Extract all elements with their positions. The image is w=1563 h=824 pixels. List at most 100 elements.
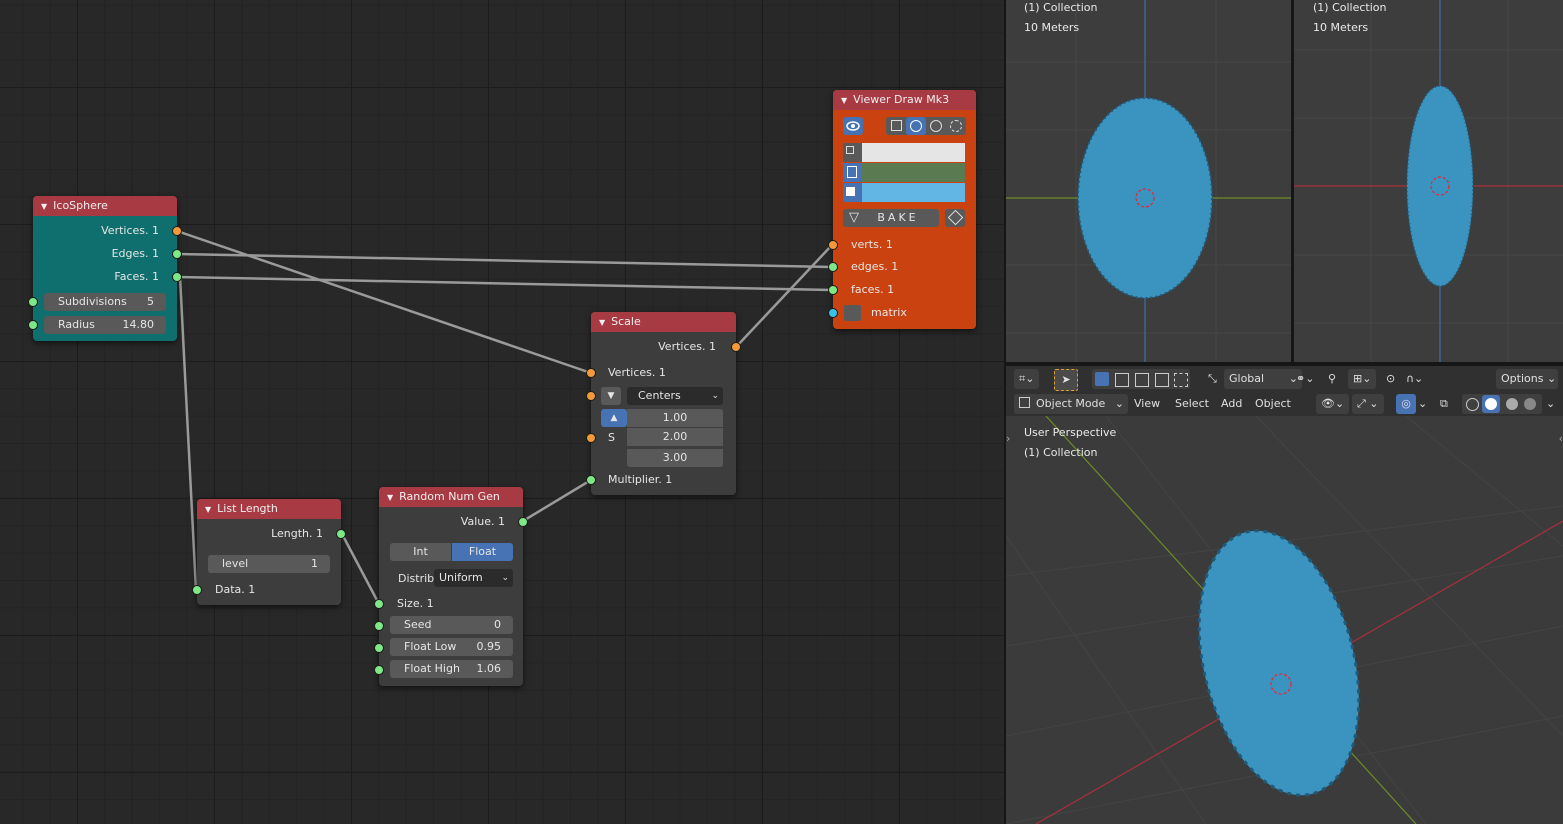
select-invert-icon[interactable] [1155,373,1169,387]
sidebar-expand-icon[interactable]: ‹ [1559,432,1563,445]
radius-field[interactable]: Radius 14.80 [44,316,166,334]
viewport-perspective[interactable]: User Perspective (1) Collection › ‹ [1006,416,1563,824]
viewer-draw-node[interactable]: ▼ Viewer Draw Mk3 ▽ BAKE verts. 1 edges. … [828,90,976,329]
select-new-icon[interactable] [1095,372,1109,386]
mode-int-button[interactable]: Int [390,543,451,561]
eye-icon[interactable] [843,117,863,135]
input-centers-socket[interactable] [586,391,596,401]
cube-icon[interactable] [886,117,906,135]
random-num-gen-node[interactable]: ▼ Random Num Gen Value. 1 Int Float Distr… [374,487,528,686]
bake-settings-icon[interactable] [945,209,965,227]
float-high-field[interactable]: Float High 1.06 [390,660,513,678]
gizmo-icon[interactable]: ⤢ ⌄ [1352,394,1384,414]
input-multiplier-socket[interactable] [586,475,596,485]
scale-x-field[interactable]: 1.00 [627,409,723,427]
material-shading-icon[interactable] [1506,398,1518,410]
input-faces-socket[interactable] [828,285,838,295]
output-faces-socket[interactable] [172,272,182,282]
collapse-arrow-icon[interactable]: ▼ [841,91,847,111]
shading-dropdown-icon[interactable]: ⌄ [1546,394,1555,414]
vector-expand-button[interactable]: ▲ [601,409,627,427]
scale-y-field[interactable]: 2.00 [627,428,723,446]
toolbar-expand-icon[interactable]: › [1006,432,1010,445]
circle-display-icon[interactable] [926,117,946,135]
radius-socket[interactable] [28,320,38,330]
edge-color-swatch[interactable] [862,163,965,182]
scale-node[interactable]: ▼ Scale Vertices. 1 Vertices. 1 ▼ Centers… [586,312,741,495]
float-high-socket[interactable] [374,665,384,675]
proportional-edit-icon[interactable]: ⊙ [1386,369,1395,389]
bake-button[interactable]: ▽ BAKE [843,209,939,227]
overlays-icon[interactable]: ◎ [1396,394,1416,414]
collapse-arrow-icon[interactable]: ▼ [41,197,47,217]
vertex-color-toggle-icon[interactable] [843,143,862,162]
level-field[interactable]: level 1 [208,555,330,573]
pivot-point-icon[interactable]: ⚭⌄ [1296,369,1314,389]
viewer-draw-header[interactable]: ▼ Viewer Draw Mk3 [833,90,976,110]
select-extend-icon[interactable] [1115,373,1129,387]
centers-dropdown[interactable]: Centers ⌄ [627,387,723,405]
select-tool-icon[interactable]: ➤ [1054,369,1078,391]
distrib-dropdown[interactable]: Uniform ⌄ [434,569,513,587]
float-low-field[interactable]: Float Low 0.95 [390,638,513,656]
viewport-top-right[interactable]: (1) Collection 10 Meters [1294,0,1563,362]
subdivisions-field[interactable]: Subdivisions 5 [44,293,166,311]
seed-socket[interactable] [374,621,384,631]
scale-z-field[interactable]: 3.00 [627,449,723,467]
viewport-top-left[interactable]: (1) Collection 10 Meters [1006,0,1291,362]
edge-color-toggle-icon[interactable] [843,163,862,182]
solid-shading-icon[interactable] [1482,395,1500,413]
select-intersect-icon[interactable] [1174,373,1188,387]
seed-field[interactable]: Seed 0 [390,616,513,634]
input-edges-socket[interactable] [828,262,838,272]
snap-icon[interactable]: ⚲ [1328,369,1336,389]
output-value-socket[interactable] [518,517,528,527]
menu-view[interactable]: View [1134,394,1160,414]
wireframe-shading-icon[interactable] [1466,398,1479,411]
input-vertices-socket[interactable] [586,368,596,378]
node-editor[interactable]: ▼ IcoSphere Vertices. 1 Edges. 1 Faces. 1… [0,0,1004,824]
list-length-header[interactable]: ▼ List Length [197,499,341,519]
input-s-socket[interactable] [586,433,596,443]
float-low-socket[interactable] [374,643,384,653]
input-data-socket[interactable] [192,585,202,595]
input-size-socket[interactable] [374,599,384,609]
input-verts-socket[interactable] [828,240,838,250]
object-mode-dropdown[interactable]: Object Mode ⌄ [1014,394,1128,414]
random-num-gen-header[interactable]: ▼ Random Num Gen [379,487,523,507]
input-matrix-socket[interactable] [828,308,838,318]
subdivisions-socket[interactable] [28,297,38,307]
list-length-node[interactable]: ▼ List Length Length. 1 level 1 Data. 1 [192,499,346,605]
face-color-swatch[interactable] [862,183,965,202]
vertex-color-swatch[interactable] [862,143,965,162]
select-subtract-icon[interactable] [1135,373,1149,387]
rendered-shading-icon[interactable] [1524,398,1536,410]
visibility-icon[interactable]: 👁⌄ [1316,394,1350,414]
mode-float-button[interactable]: Float [452,543,513,561]
output-length-socket[interactable] [336,529,346,539]
collapse-arrow-icon[interactable]: ▼ [599,313,605,333]
xray-icon[interactable]: ⧉ [1440,394,1448,414]
menu-add[interactable]: Add [1221,394,1242,414]
overlays-dropdown-icon[interactable]: ⌄ [1418,394,1427,414]
options-dropdown[interactable]: Options ⌄ [1496,369,1558,389]
icosphere-node[interactable]: ▼ IcoSphere Vertices. 1 Edges. 1 Faces. 1… [28,196,182,341]
select-mode-group[interactable] [1092,369,1190,389]
falloff-icon[interactable]: ∩⌄ [1406,369,1423,389]
output-vertices-socket[interactable] [172,226,182,236]
collapse-arrow-icon[interactable]: ▼ [205,500,211,520]
snap-target-icon[interactable]: ⊞⌄ [1348,369,1377,389]
vertex-display-icon[interactable] [906,117,926,135]
output-vertices-socket[interactable] [731,342,741,352]
scale-header[interactable]: ▼ Scale [591,312,736,332]
icosphere-header[interactable]: ▼ IcoSphere [33,196,177,216]
transform-orientation-dropdown[interactable]: Global ⌄ [1224,369,1302,389]
menu-select[interactable]: Select [1175,394,1209,414]
collapse-arrow-icon[interactable]: ▼ [387,488,393,508]
face-color-toggle-icon[interactable] [843,183,862,202]
output-edges-socket[interactable] [172,249,182,259]
centers-toggle-button[interactable]: ▼ [601,387,621,405]
menu-object[interactable]: Object [1255,394,1291,414]
link-display-icon[interactable] [946,117,966,135]
transform-pivot-icon[interactable]: ⌗⌄ [1014,369,1040,389]
